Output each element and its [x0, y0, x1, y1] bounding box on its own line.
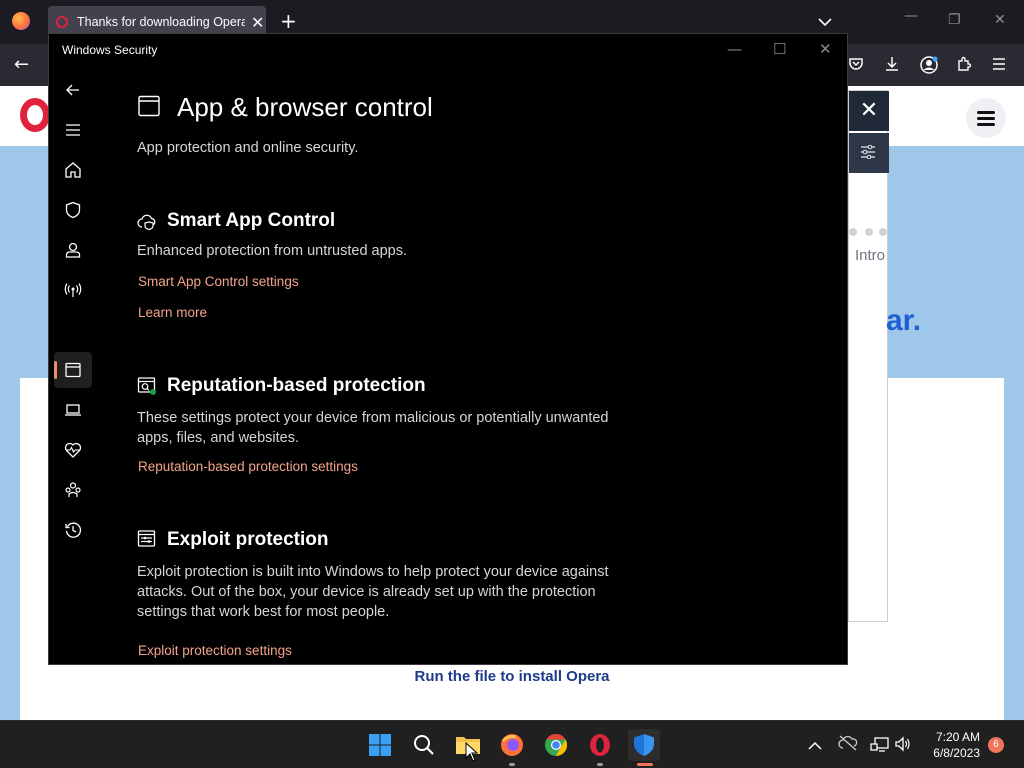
onedrive-offline-icon[interactable]	[838, 735, 858, 755]
pocket-icon[interactable]	[848, 56, 866, 74]
reputation-protection-settings-link[interactable]: Reputation-based protection settings	[138, 459, 358, 474]
app-browser-header-icon	[138, 95, 160, 117]
page-title: App & browser control	[177, 92, 433, 122]
chrome-icon[interactable]	[540, 729, 572, 761]
windows-security-icon[interactable]	[628, 729, 660, 761]
headline-fragment: ar.	[886, 304, 922, 337]
settings-icon[interactable]	[61, 670, 85, 694]
cloud-shield-icon	[137, 214, 156, 231]
exploit-icon	[137, 530, 156, 547]
show-hidden-icons-icon[interactable]	[808, 736, 822, 755]
filter-icon	[861, 145, 875, 159]
volume-icon[interactable]	[894, 735, 912, 757]
site-menu-button[interactable]	[966, 98, 1006, 138]
intro-tab[interactable]: Intro	[855, 247, 885, 264]
back-button[interactable]: ←	[14, 54, 29, 75]
extensions-icon[interactable]	[956, 56, 974, 74]
downloads-icon[interactable]	[884, 56, 902, 74]
opera-favicon-icon	[56, 16, 68, 28]
notification-badge[interactable]: 6	[988, 737, 1004, 753]
section-title: Reputation-based protection	[167, 375, 426, 396]
panel-close-button[interactable]: ✕	[849, 91, 889, 131]
network-tray-icon[interactable]	[870, 735, 890, 757]
page-subtitle: App protection and online security.	[137, 140, 359, 156]
date: 6/8/2023	[933, 746, 980, 760]
time: 7:20 AM	[935, 730, 980, 744]
firefox-taskbar-icon[interactable]	[496, 729, 528, 761]
exploit-protection-settings-link[interactable]: Exploit protection settings	[138, 643, 292, 658]
network-icon[interactable]	[61, 278, 85, 302]
opera-logo[interactable]	[20, 98, 50, 132]
section-description: These settings protect your device from …	[137, 410, 609, 446]
tab-title: Thanks for downloading Opera	[77, 15, 245, 29]
health-icon[interactable]	[61, 438, 85, 462]
clock[interactable]: 7:20 AM 6/8/2023	[916, 729, 980, 761]
device-icon[interactable]	[61, 398, 85, 422]
history-icon[interactable]	[61, 518, 85, 542]
account-icon[interactable]	[920, 56, 938, 74]
learn-more-link[interactable]: Learn more	[138, 305, 207, 320]
carousel-dots	[849, 228, 887, 236]
side-panel: ✕ Intro	[848, 90, 889, 622]
panel-filter-bar[interactable]	[849, 133, 889, 173]
new-tab-button[interactable]: +	[280, 10, 297, 32]
section-description: Enhanced protection from untrusted apps.	[137, 243, 408, 259]
mouse-cursor-icon	[465, 742, 479, 762]
section-title: Smart App Control	[167, 210, 336, 231]
start-icon[interactable]	[364, 729, 396, 761]
security-sidebar	[49, 74, 97, 690]
taskbar: 7:20 AM 6/8/2023 6	[0, 720, 1024, 768]
account-icon[interactable]	[61, 238, 85, 262]
back-icon[interactable]	[61, 78, 85, 102]
opera-icon[interactable]	[584, 729, 616, 761]
list-tabs-icon[interactable]	[818, 12, 832, 31]
tab-close-button[interactable]: ✕	[251, 13, 264, 32]
windows-security-window: Windows Security — ☐ ✕ App & browser con…	[48, 33, 848, 690]
search-icon[interactable]	[408, 729, 440, 761]
app-browser-icon[interactable]	[61, 358, 85, 382]
firefox-icon[interactable]	[12, 12, 30, 30]
app-menu-icon[interactable]	[992, 56, 1010, 74]
reputation-icon	[137, 377, 156, 395]
security-content: App & browser control App protection and…	[137, 34, 837, 666]
restore-icon[interactable]: ❐	[948, 12, 961, 28]
home-icon[interactable]	[61, 158, 85, 182]
family-icon[interactable]	[61, 478, 85, 502]
section-title: Exploit protection	[167, 529, 329, 550]
selected-nav-indicator	[54, 361, 57, 379]
run-installer-text: Run the file to install Opera	[414, 668, 610, 685]
shield-icon[interactable]	[61, 198, 85, 222]
close-icon[interactable]: ✕	[994, 12, 1006, 28]
minimize-icon[interactable]: —	[904, 8, 918, 24]
smart-app-control-settings-link[interactable]: Smart App Control settings	[138, 274, 299, 289]
section-description: Exploit protection is built into Windows…	[137, 564, 609, 620]
menu-icon[interactable]	[61, 118, 85, 142]
